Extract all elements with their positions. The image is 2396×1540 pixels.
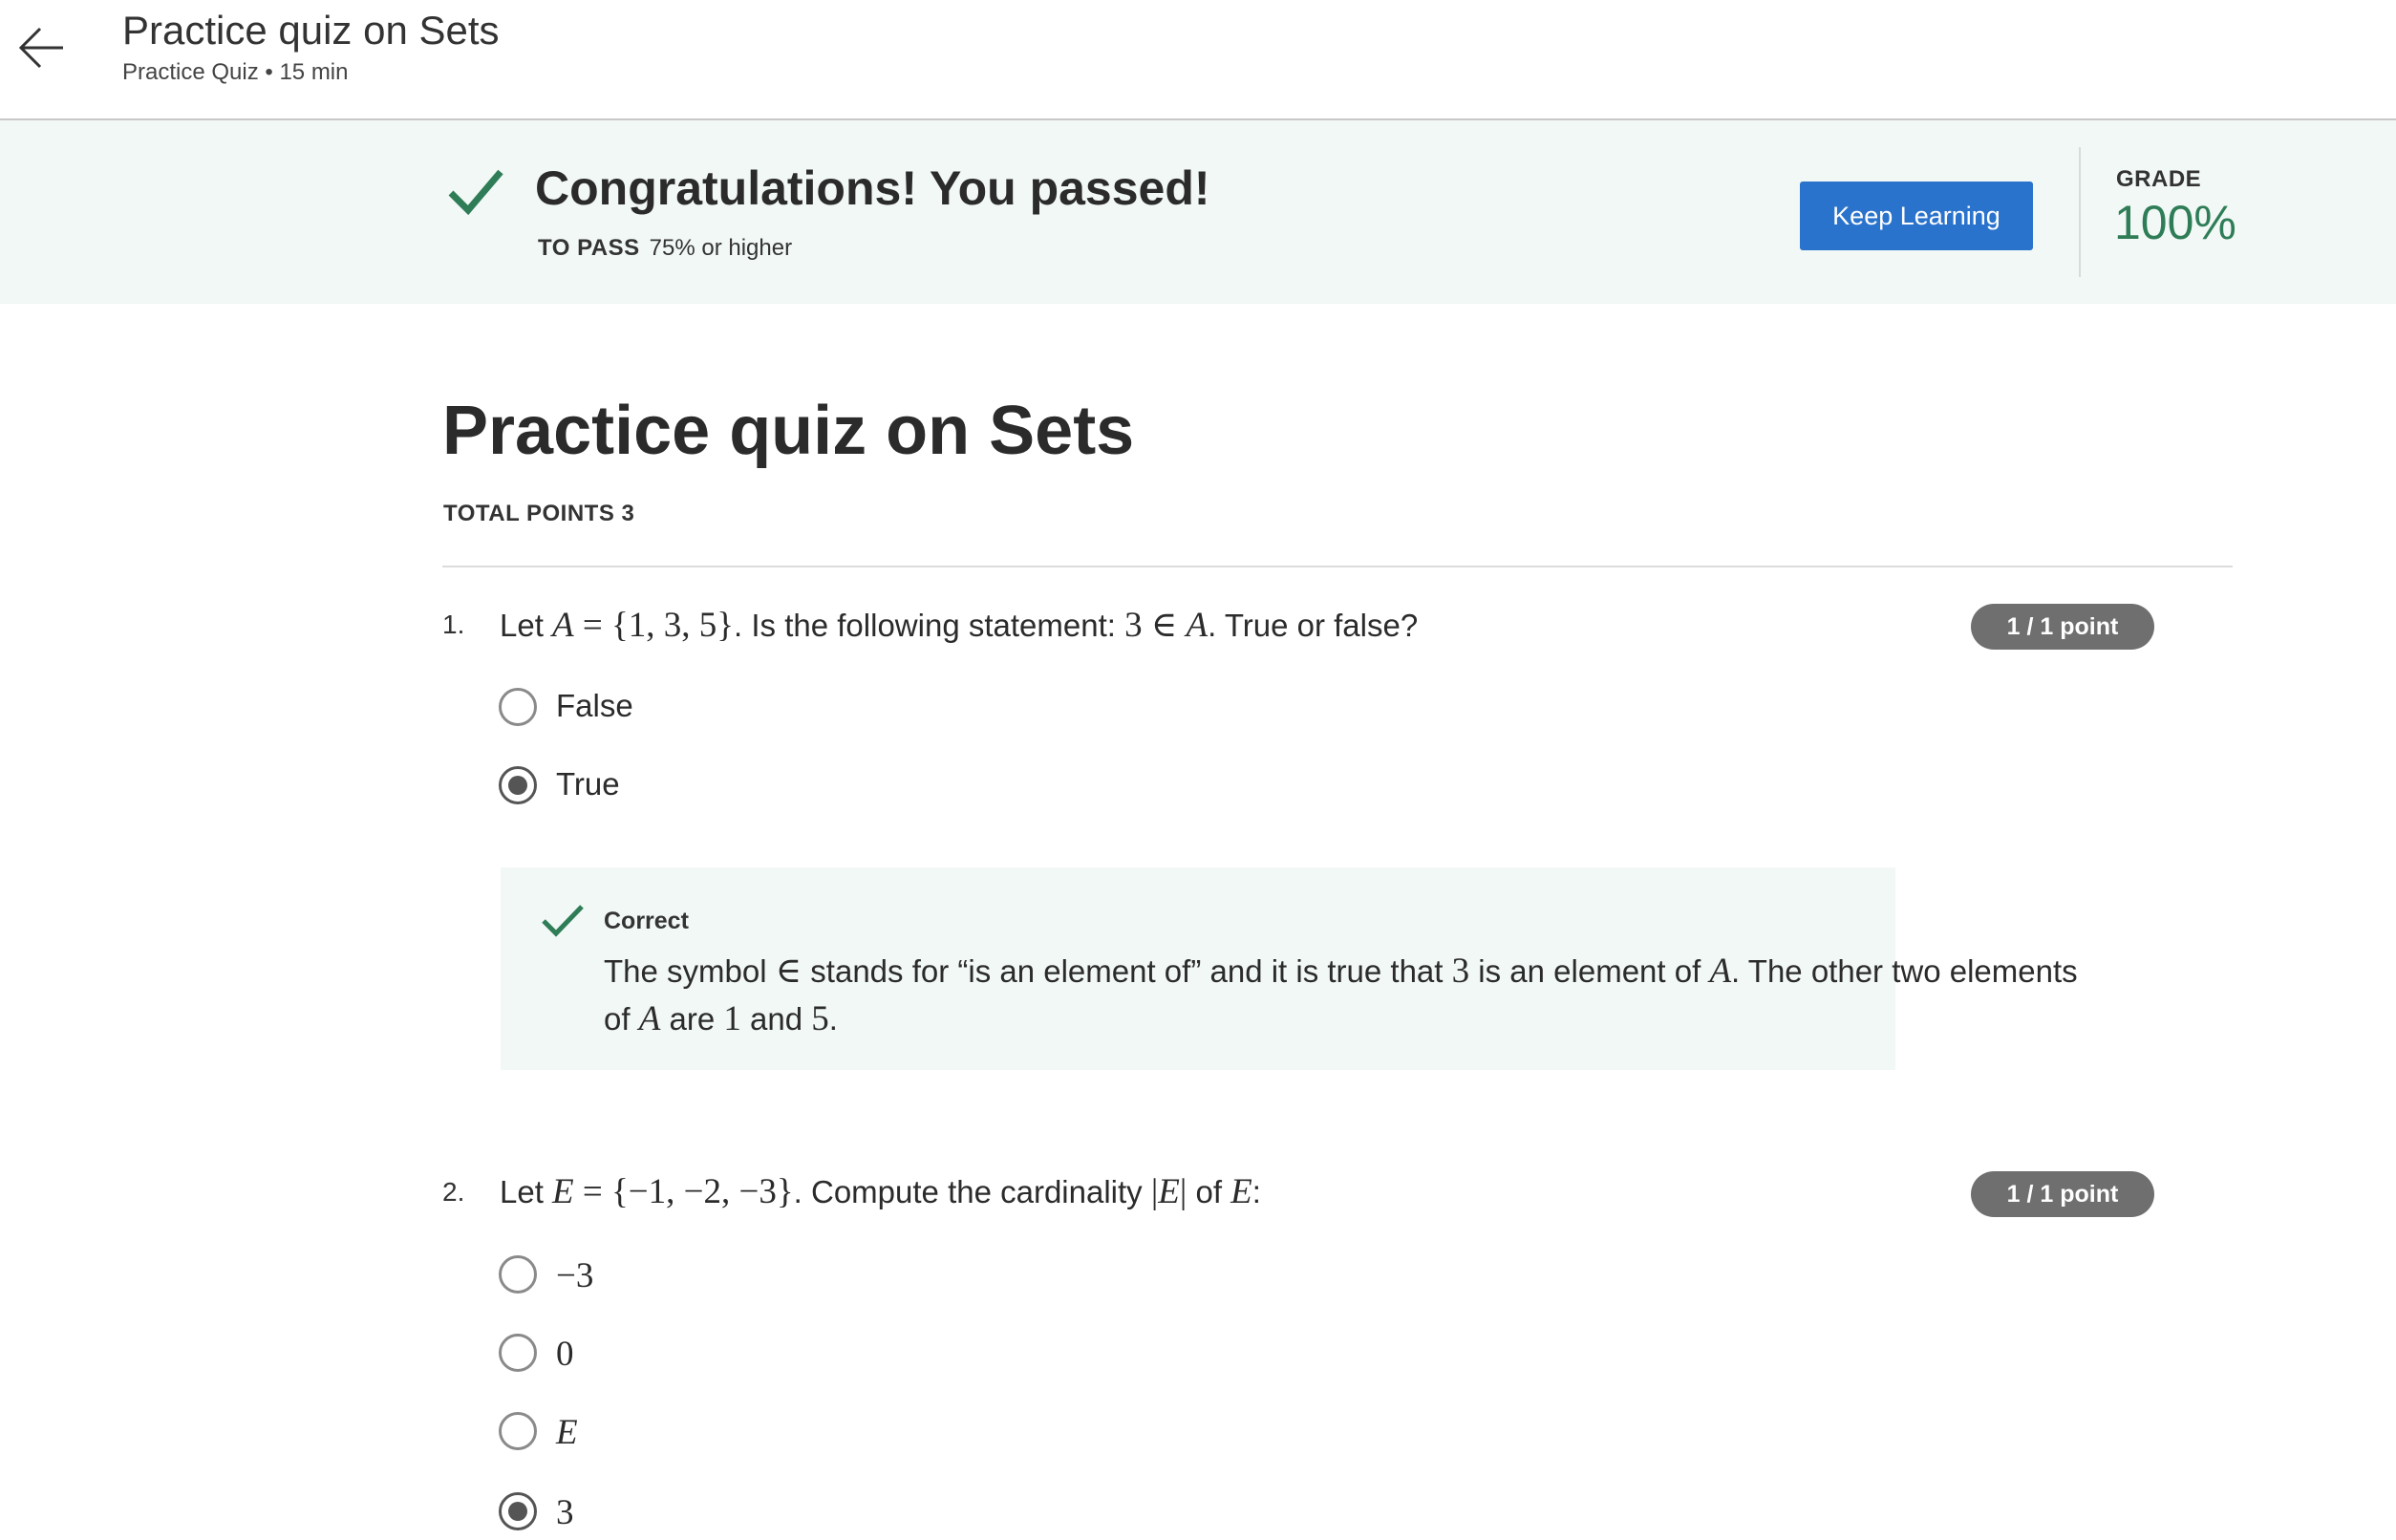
to-pass-label: TO PASS — [538, 235, 640, 261]
radio-button-selected[interactable] — [499, 766, 537, 804]
divider — [2079, 147, 2081, 277]
question-text: Let E = {−1, −2, −3}. Compute the cardin… — [500, 1172, 1261, 1211]
answer-option[interactable]: True — [499, 766, 632, 808]
back-arrow-icon[interactable] — [15, 21, 69, 75]
radio-button[interactable] — [499, 1334, 537, 1372]
grade-label: GRADE — [2116, 166, 2202, 192]
points-badge: 1 / 1 point — [1971, 604, 2154, 650]
option-label: False — [556, 688, 633, 723]
check-icon — [542, 905, 584, 937]
pass-threshold: TO PASS 75% or higher — [538, 235, 792, 262]
check-icon — [448, 169, 503, 216]
option-label: 0 — [556, 1335, 574, 1374]
feedback-title: Correct — [604, 908, 689, 934]
answer-option[interactable]: E — [499, 1412, 613, 1454]
option-label: True — [556, 766, 620, 802]
answer-option[interactable]: 3 — [499, 1492, 613, 1534]
page-title: Practice quiz on Sets — [442, 393, 1135, 469]
question-number: 1. — [442, 610, 465, 639]
header-title: Practice quiz on Sets — [122, 8, 500, 53]
question-text: Let A = {1, 3, 5}. Is the following stat… — [500, 606, 1419, 645]
header-subtitle: Practice Quiz • 15 min — [122, 59, 349, 85]
grade-value: 100% — [2114, 196, 2236, 249]
option-label: E — [556, 1413, 578, 1452]
points-badge: 1 / 1 point — [1971, 1171, 2154, 1217]
total-points: TOTAL POINTS 3 — [443, 501, 635, 526]
question-number: 2. — [442, 1177, 465, 1207]
feedback-text: The symbol ∈ stands for “is an element o… — [604, 952, 2078, 1038]
pass-message: Congratulations! You passed! — [535, 161, 1210, 215]
answer-option[interactable]: −3 — [499, 1255, 613, 1297]
radio-button[interactable] — [499, 1412, 537, 1450]
option-label: 3 — [556, 1493, 574, 1532]
answer-option[interactable]: 0 — [499, 1334, 613, 1376]
radio-button[interactable] — [499, 1255, 537, 1294]
keep-learning-button[interactable]: Keep Learning — [1800, 182, 2033, 250]
option-label: −3 — [556, 1256, 594, 1295]
top-bar: Practice quiz on Sets Practice Quiz • 15… — [0, 0, 2396, 120]
answer-option[interactable]: False — [499, 688, 633, 730]
radio-button[interactable] — [499, 688, 537, 726]
to-pass-value: 75% or higher — [649, 235, 793, 261]
radio-button-selected[interactable] — [499, 1492, 537, 1530]
divider — [442, 566, 2233, 567]
